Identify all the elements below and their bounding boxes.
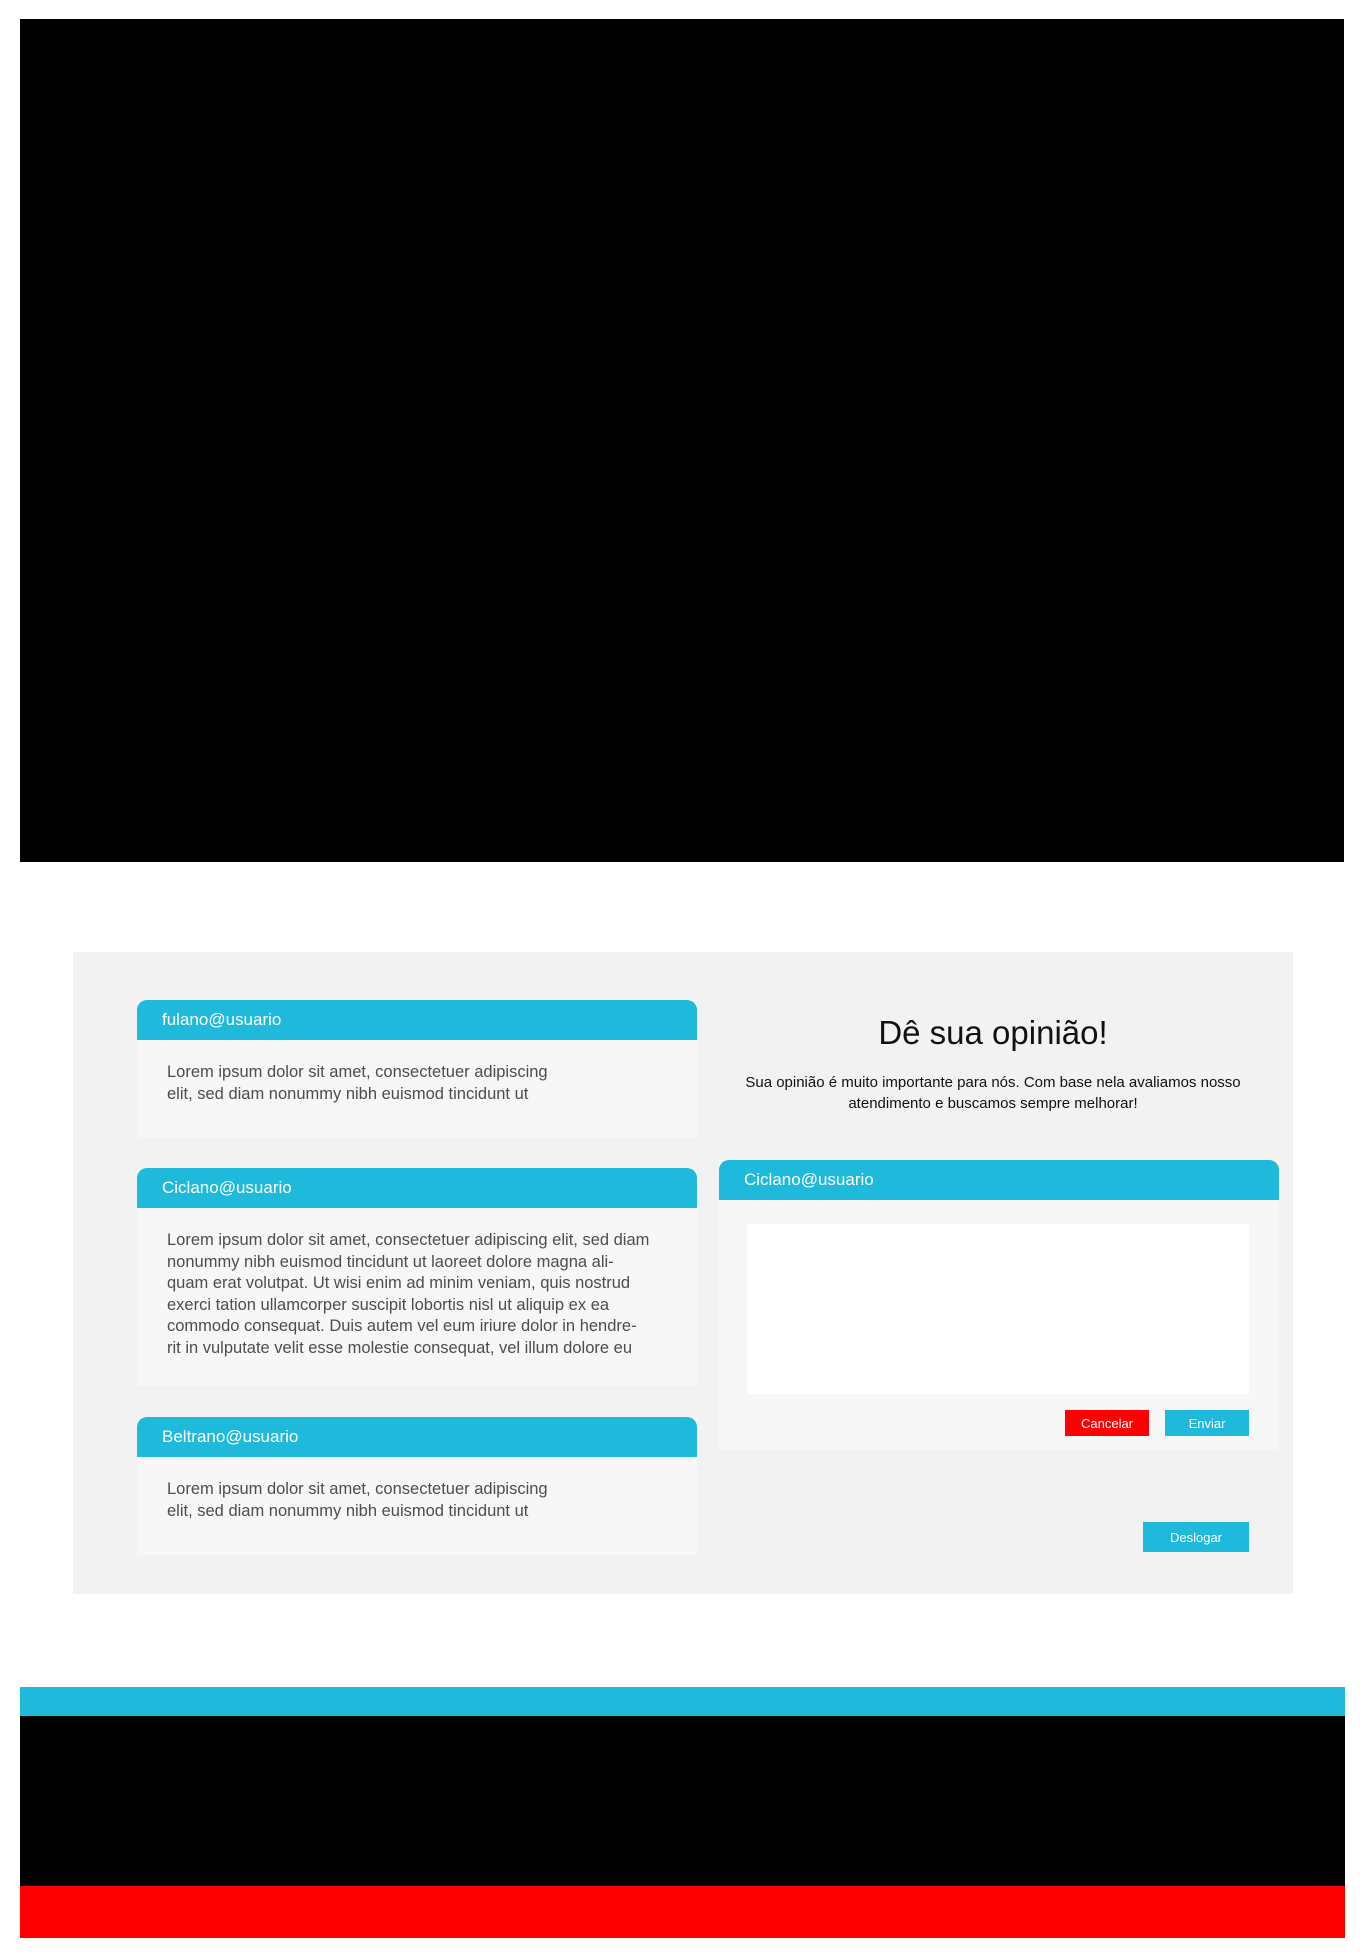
feedback-title: Dê sua opinião! [878, 1014, 1108, 1051]
footer-bottom-bar [20, 1886, 1345, 1938]
comment-username: Beltrano@usuario [137, 1417, 697, 1457]
comment-card: fulano@usuario Lorem ipsum dolor sit ame… [137, 1000, 697, 1137]
cancel-button[interactable]: Cancelar [1065, 1410, 1149, 1436]
footer-accent-bar [20, 1687, 1345, 1716]
comment-text: Lorem ipsum dolor sit amet, consectetuer… [167, 1231, 650, 1357]
comment-text: Lorem ipsum dolor sit amet, consectetuer… [167, 1480, 548, 1520]
send-button[interactable]: Enviar [1165, 1410, 1249, 1436]
feedback-message-input[interactable] [747, 1224, 1249, 1394]
logout-button[interactable]: Deslogar [1143, 1522, 1249, 1552]
hero-banner [20, 19, 1344, 862]
comments-panel: fulano@usuario Lorem ipsum dolor sit ame… [73, 952, 1293, 1594]
comment-card: Ciclano@usuario Lorem ipsum dolor sit am… [137, 1168, 697, 1386]
feedback-form: Ciclano@usuario Cancelar Enviar [719, 1160, 1279, 1449]
feedback-form-username: Ciclano@usuario [719, 1160, 1279, 1200]
comment-card: Beltrano@usuario Lorem ipsum dolor sit a… [137, 1417, 697, 1555]
footer [20, 1716, 1345, 1886]
comment-username: Ciclano@usuario [137, 1168, 697, 1208]
feedback-subtitle: Sua opinião é muito importante para nós.… [745, 1074, 1241, 1112]
comment-text: Lorem ipsum dolor sit amet, consectetuer… [167, 1063, 548, 1103]
comment-username: fulano@usuario [137, 1000, 697, 1040]
